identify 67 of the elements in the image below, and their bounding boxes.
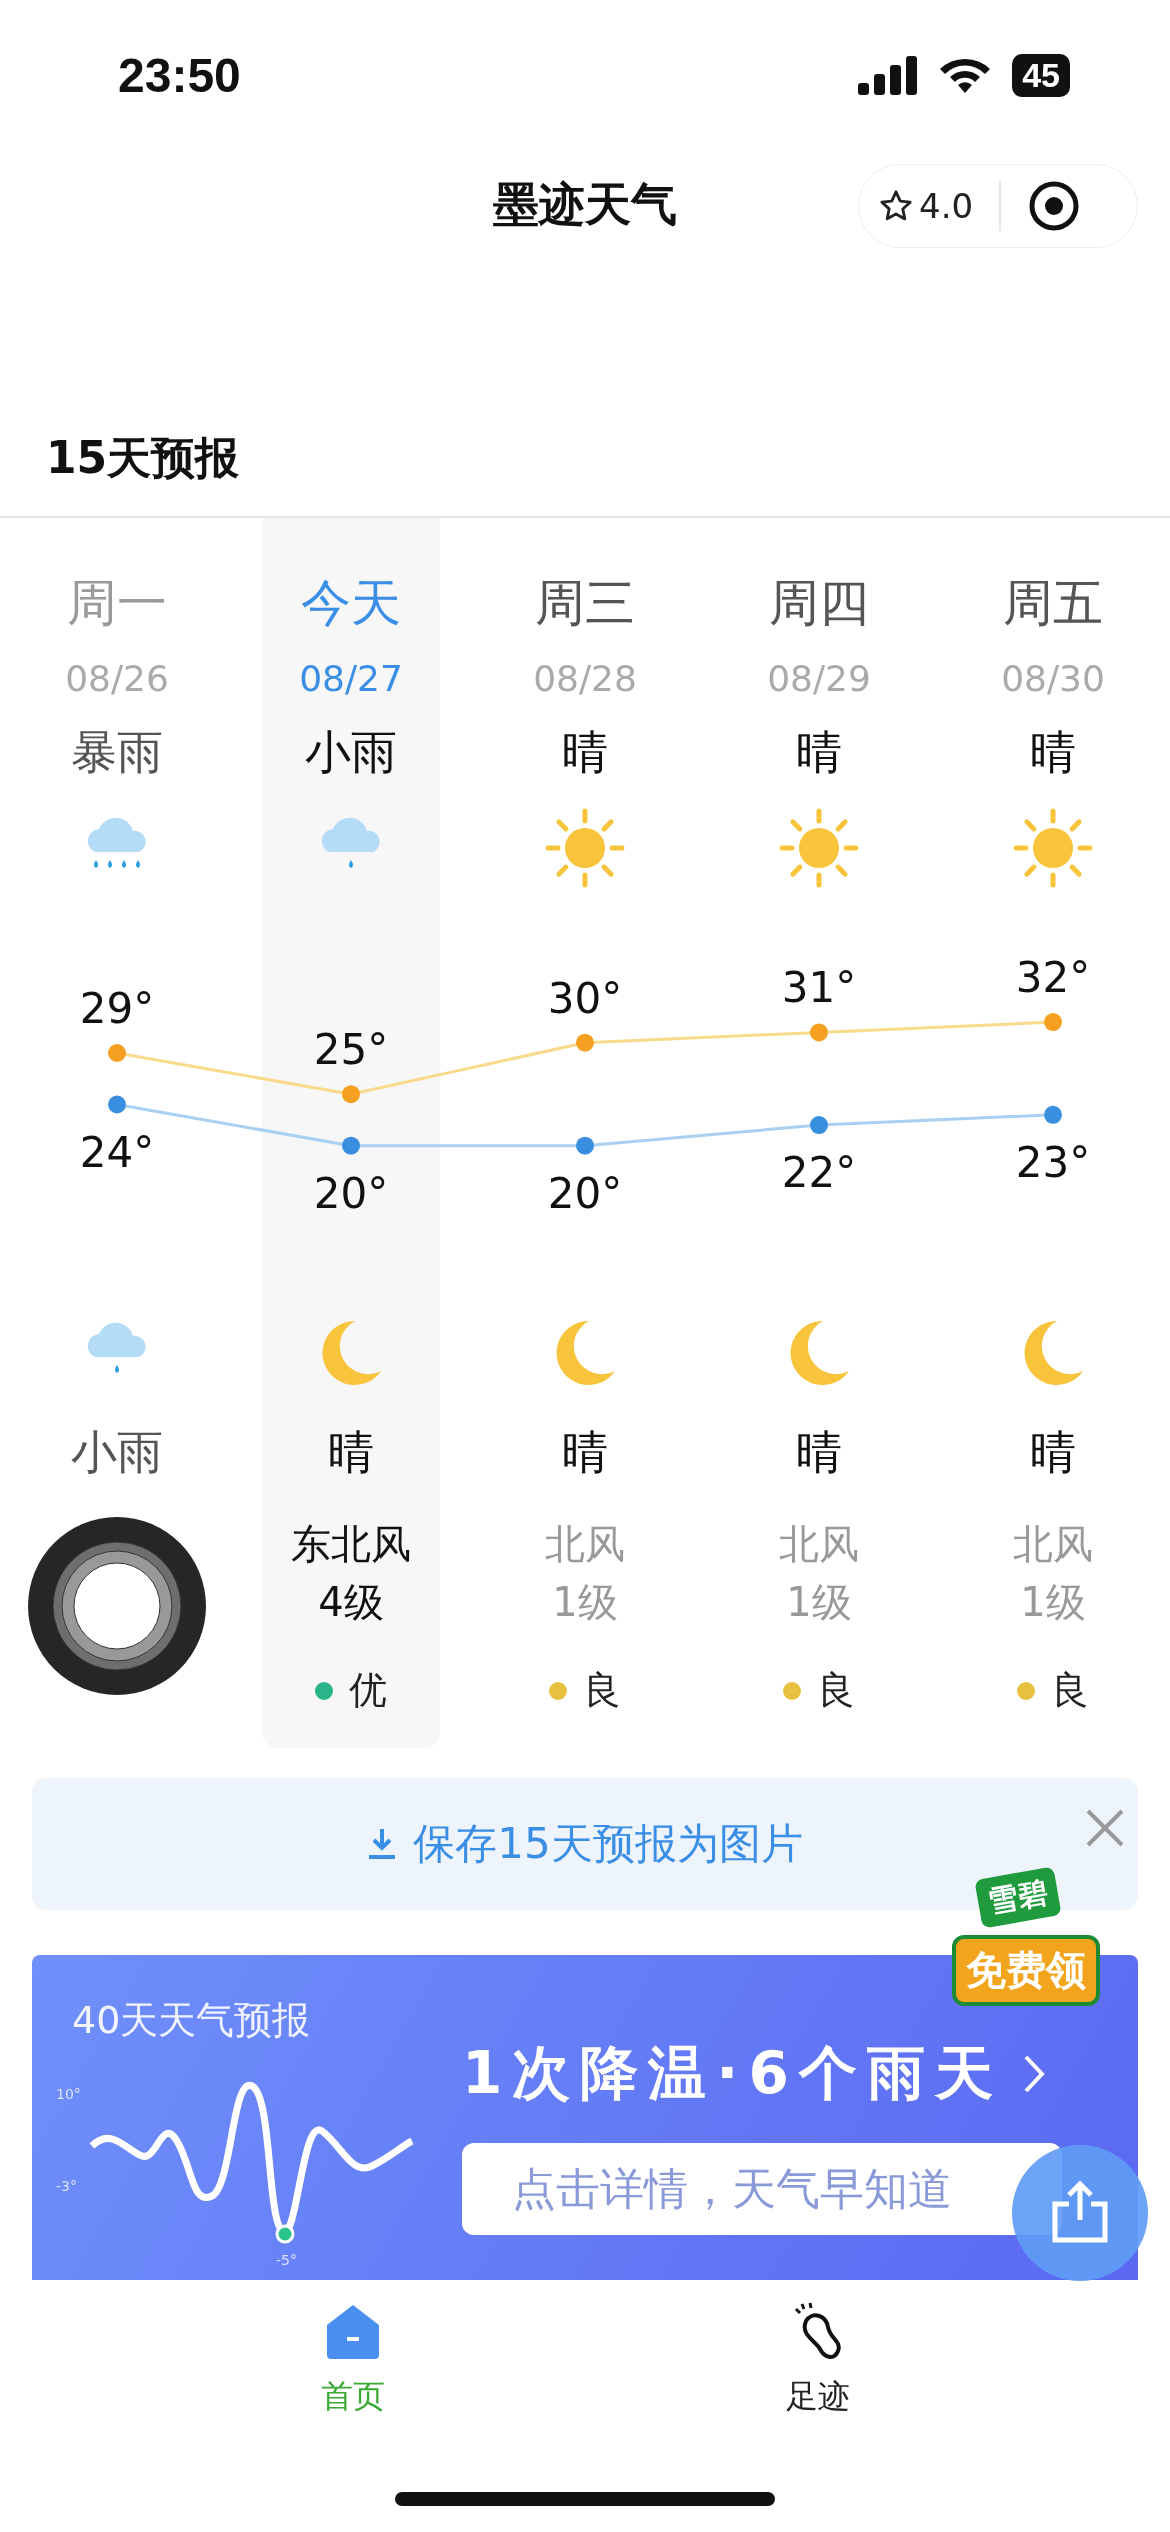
assistive-touch-button[interactable] xyxy=(28,1516,206,1695)
signal-icon xyxy=(858,55,919,95)
app-title: 墨迹天气 xyxy=(493,176,677,233)
temperature-label: 31° xyxy=(781,963,857,1013)
star-icon xyxy=(879,189,913,223)
temperature-dot xyxy=(576,1136,594,1155)
temperature-label: 23° xyxy=(1015,1137,1091,1187)
temperature-label: 20° xyxy=(547,1168,623,1218)
weekday-label[interactable]: 周五 xyxy=(1003,569,1103,637)
tab-item[interactable]: 首页 xyxy=(314,2300,391,2420)
air-quality-label: 优 xyxy=(349,1667,387,1714)
section-title: 15天预报 xyxy=(46,430,240,485)
wind-text: 北风 1级 xyxy=(545,1520,625,1627)
date-label: 08/28 xyxy=(533,657,637,699)
date-label: 08/30 xyxy=(1001,657,1105,699)
wind-text: 东北风 4级 xyxy=(291,1520,411,1627)
temperature-label: 25° xyxy=(313,1025,389,1075)
temperature-dot xyxy=(108,1044,126,1062)
axis-label: 10° xyxy=(56,2086,81,2102)
date-label: 08/27 xyxy=(299,657,403,699)
wind-text: 北风 1级 xyxy=(1013,1520,1093,1627)
air-quality-label: 良 xyxy=(583,1667,621,1714)
temperature-dot xyxy=(1044,1013,1062,1032)
weekday-label[interactable]: 今天 xyxy=(301,569,401,637)
night-weather: 晴 xyxy=(562,1424,608,1481)
day-weather: 晴 xyxy=(1030,724,1076,781)
temperature-label: 32° xyxy=(1015,953,1091,1003)
temperature-dot xyxy=(576,1033,594,1052)
status-time: 23:50 xyxy=(118,47,241,103)
weekday-label[interactable]: 周一 xyxy=(67,569,167,637)
temperature-dot xyxy=(1044,1105,1062,1124)
air-quality-label: 良 xyxy=(1051,1667,1089,1714)
air-quality-label: 良 xyxy=(817,1667,855,1714)
details-button[interactable]: 点击详情，天气早知道 xyxy=(462,2143,1062,2235)
temperature-dot xyxy=(342,1085,360,1104)
rating-button[interactable]: 4.0 xyxy=(879,186,974,226)
weekday-label[interactable]: 周四 xyxy=(769,569,869,637)
promo-headline: 1次降温·6个雨天 xyxy=(462,2038,1003,2109)
tab-item[interactable]: 足迹 xyxy=(779,2300,856,2420)
date-label: 08/26 xyxy=(65,657,169,699)
temperature-label: 24° xyxy=(79,1127,155,1177)
temperature-label: 20° xyxy=(313,1168,389,1218)
wind-text: 北风 1级 xyxy=(779,1520,859,1627)
night-weather: 晴 xyxy=(328,1424,374,1481)
temperature-dot xyxy=(108,1095,126,1114)
battery-level: 45 xyxy=(1012,53,1070,97)
temperature-label: 29° xyxy=(79,984,155,1033)
weekday-label[interactable]: 周三 xyxy=(535,569,635,637)
temperature-dot xyxy=(810,1023,828,1042)
promo-title: 40天天气预报 xyxy=(72,1997,312,2044)
download-icon xyxy=(367,1827,398,1861)
day-weather: 晴 xyxy=(562,724,608,781)
temperature-label: 22° xyxy=(781,1148,857,1198)
axis-label: -5° xyxy=(276,2252,297,2268)
night-weather: 晴 xyxy=(796,1424,842,1481)
sticker-label: 免费领 xyxy=(952,1935,1100,2006)
chevron-right-icon xyxy=(1022,2054,1045,2094)
axis-label: -3° xyxy=(56,2178,77,2194)
day-weather: 小雨 xyxy=(305,724,397,781)
date-label: 08/29 xyxy=(767,657,871,699)
temperature-dot xyxy=(810,1116,828,1135)
day-weather: 暴雨 xyxy=(71,724,163,781)
night-weather: 晴 xyxy=(1030,1424,1076,1481)
day-weather: 晴 xyxy=(796,724,842,781)
night-weather: 小雨 xyxy=(71,1424,163,1481)
temperature-dot xyxy=(342,1136,360,1155)
temperature-label: 30° xyxy=(547,973,623,1023)
